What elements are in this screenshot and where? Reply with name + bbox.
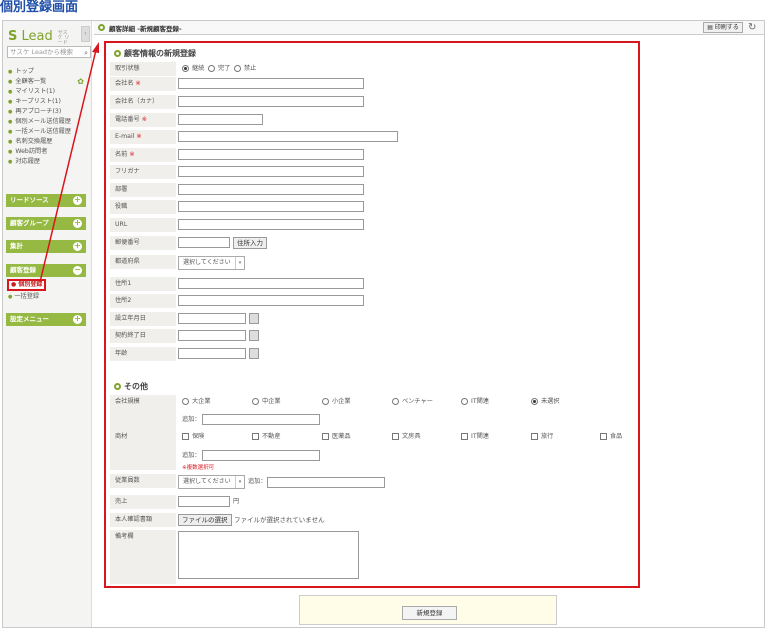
sidebar-item-bulk-register[interactable]: ● 一括登録	[8, 292, 39, 302]
section-heading-new-customer: 顧客情報の新規登録	[114, 48, 196, 59]
size-option-small[interactable]: 小企業	[322, 397, 351, 407]
refresh-icon[interactable]: ↻	[748, 22, 756, 33]
logo[interactable]: S Lead サスケ リード	[8, 29, 70, 46]
calendar-icon[interactable]	[249, 313, 259, 324]
field-industry: 商材 保険 不動産 医薬品 文房具 IT関連 旅行 食品 追加： ※複数選択可	[110, 430, 638, 471]
contract-end-input[interactable]	[178, 330, 246, 341]
sidebar-item-individual-register[interactable]: ● 個別登録	[7, 279, 47, 291]
sidebar-item-keep-list[interactable]: ● キープリスト(1)	[8, 97, 92, 107]
page-title: 個別登録画面	[0, 0, 79, 15]
minus-icon: −	[73, 265, 82, 275]
founded-input[interactable]	[178, 313, 246, 324]
notes-textarea[interactable]	[178, 531, 359, 579]
search-icon[interactable]: ⌕	[84, 48, 88, 58]
plus-icon: +	[73, 241, 82, 251]
field-notes: 備考欄	[110, 530, 638, 584]
header-title: 顧客詳細 -新規顧客登録-	[109, 25, 182, 33]
url-input[interactable]	[178, 219, 364, 230]
sidebar-item-card-history[interactable]: ● 名刺交換履歴	[8, 137, 92, 147]
file-status: ファイルが選択されていません	[234, 516, 325, 524]
section-settings[interactable]: 設定メニュー +	[6, 313, 86, 326]
section-heading-other: その他	[114, 381, 148, 392]
email-input[interactable]	[178, 131, 398, 142]
plus-icon: +	[73, 218, 82, 228]
position-input[interactable]	[178, 201, 364, 212]
sidebar-item-bulk-mail-history[interactable]: ● 一括メール送信履歴	[8, 127, 92, 137]
size-option-large[interactable]: 大企業	[182, 397, 211, 407]
industry-hint: ※複数選択可	[182, 465, 215, 471]
employees-add-input[interactable]	[267, 477, 385, 488]
sidebar-item-mail-history[interactable]: ● 個別メール送信履歴	[8, 117, 92, 127]
industry-option-food[interactable]: 食品	[600, 432, 622, 442]
furigana-input[interactable]	[178, 166, 364, 177]
status-option-complete[interactable]: 完了	[208, 64, 230, 74]
size-add-input[interactable]	[202, 414, 320, 425]
dept-input[interactable]	[178, 184, 364, 195]
industry-option-insurance[interactable]: 保険	[182, 432, 204, 442]
sidebar-item-all-customers[interactable]: ● 全顧客一覧 ✿	[8, 77, 92, 87]
section-customer-group[interactable]: 顧客グループ +	[6, 217, 86, 230]
search-input[interactable]: サスケ Leadから検索 ⌕	[7, 46, 91, 58]
pref-select[interactable]: 選択してください ▾	[178, 256, 245, 270]
file-select-button[interactable]: ファイルの選択	[178, 514, 232, 526]
sidebar-item-top[interactable]: ● トップ	[8, 67, 92, 77]
industry-option-stationery[interactable]: 文房具	[392, 432, 421, 442]
employees-select[interactable]: 選択してください ▾	[178, 475, 245, 489]
section-stats[interactable]: 集計 +	[6, 240, 86, 253]
sidebar-item-my-list[interactable]: ● マイリスト(1)	[8, 87, 92, 97]
industry-add-input[interactable]	[202, 450, 320, 461]
name-input[interactable]	[178, 149, 364, 160]
print-button[interactable]: ▤ 印刷する	[703, 22, 743, 33]
submit-button[interactable]: 新規登録	[402, 606, 457, 620]
form-footer: 新規登録	[299, 595, 557, 625]
section-lead-source[interactable]: リードソース +	[6, 194, 86, 207]
address-lookup-button[interactable]: 住所入力	[233, 237, 267, 249]
addr2-input[interactable]	[178, 295, 364, 306]
industry-option-pharma[interactable]: 医薬品	[322, 432, 351, 442]
calendar-icon[interactable]	[249, 330, 259, 341]
company-input[interactable]	[178, 78, 364, 89]
collapse-sidebar-button[interactable]: ‹	[81, 26, 90, 42]
field-company-size: 会社規模 大企業 中企業 小企業 ベンチャー IT関連 未選択 追加：	[110, 395, 638, 431]
sidebar-nav: ● トップ ● 全顧客一覧 ✿ ● マイリスト(1) ● キープリスト(1) ● 再アプロー…	[8, 67, 92, 167]
company-kana-input[interactable]	[178, 96, 364, 107]
chevron-down-icon: ▾	[235, 257, 244, 269]
section-icon	[98, 24, 105, 31]
status-option-prohibited[interactable]: 禁止	[234, 64, 256, 74]
size-option-medium[interactable]: 中企業	[252, 397, 281, 407]
size-option-it[interactable]: IT関連	[461, 397, 489, 407]
sales-input[interactable]	[178, 496, 230, 507]
industry-option-it[interactable]: IT関連	[461, 432, 489, 442]
phone-input[interactable]	[178, 114, 263, 125]
age-input[interactable]	[178, 348, 246, 359]
sidebar-item-response-history[interactable]: ● 対応履歴	[8, 157, 92, 167]
plus-icon: +	[73, 314, 82, 324]
gear-icon[interactable]: ✿	[77, 77, 84, 87]
sidebar-item-web-visitors[interactable]: ● Web訪問者	[8, 147, 92, 157]
registration-form: 顧客情報の新規登録 取引状態 継続 完了 禁止 会社名 ※ 会社名（カナ） 電話…	[104, 41, 640, 588]
zip-input[interactable]	[178, 237, 230, 248]
sidebar-item-reapproach[interactable]: ● 再アプローチ(3)	[8, 107, 92, 117]
addr1-input[interactable]	[178, 278, 364, 289]
industry-option-travel[interactable]: 旅行	[531, 432, 553, 442]
industry-option-realestate[interactable]: 不動産	[252, 432, 281, 442]
chevron-down-icon: ▾	[235, 476, 244, 488]
section-customer-register[interactable]: 顧客登録 −	[6, 264, 86, 277]
content-header: 顧客詳細 -新規顧客登録-	[94, 21, 764, 35]
status-option-continue[interactable]: 継続	[182, 64, 204, 74]
calendar-icon[interactable]	[249, 348, 259, 359]
sidebar: S Lead サスケ リード ‹ サスケ Leadから検索 ⌕ ● トップ ● 全顧客一…	[3, 21, 92, 627]
plus-icon: +	[73, 195, 82, 205]
size-option-unselected[interactable]: 未選択	[531, 397, 560, 407]
size-option-venture[interactable]: ベンチャー	[392, 397, 433, 407]
